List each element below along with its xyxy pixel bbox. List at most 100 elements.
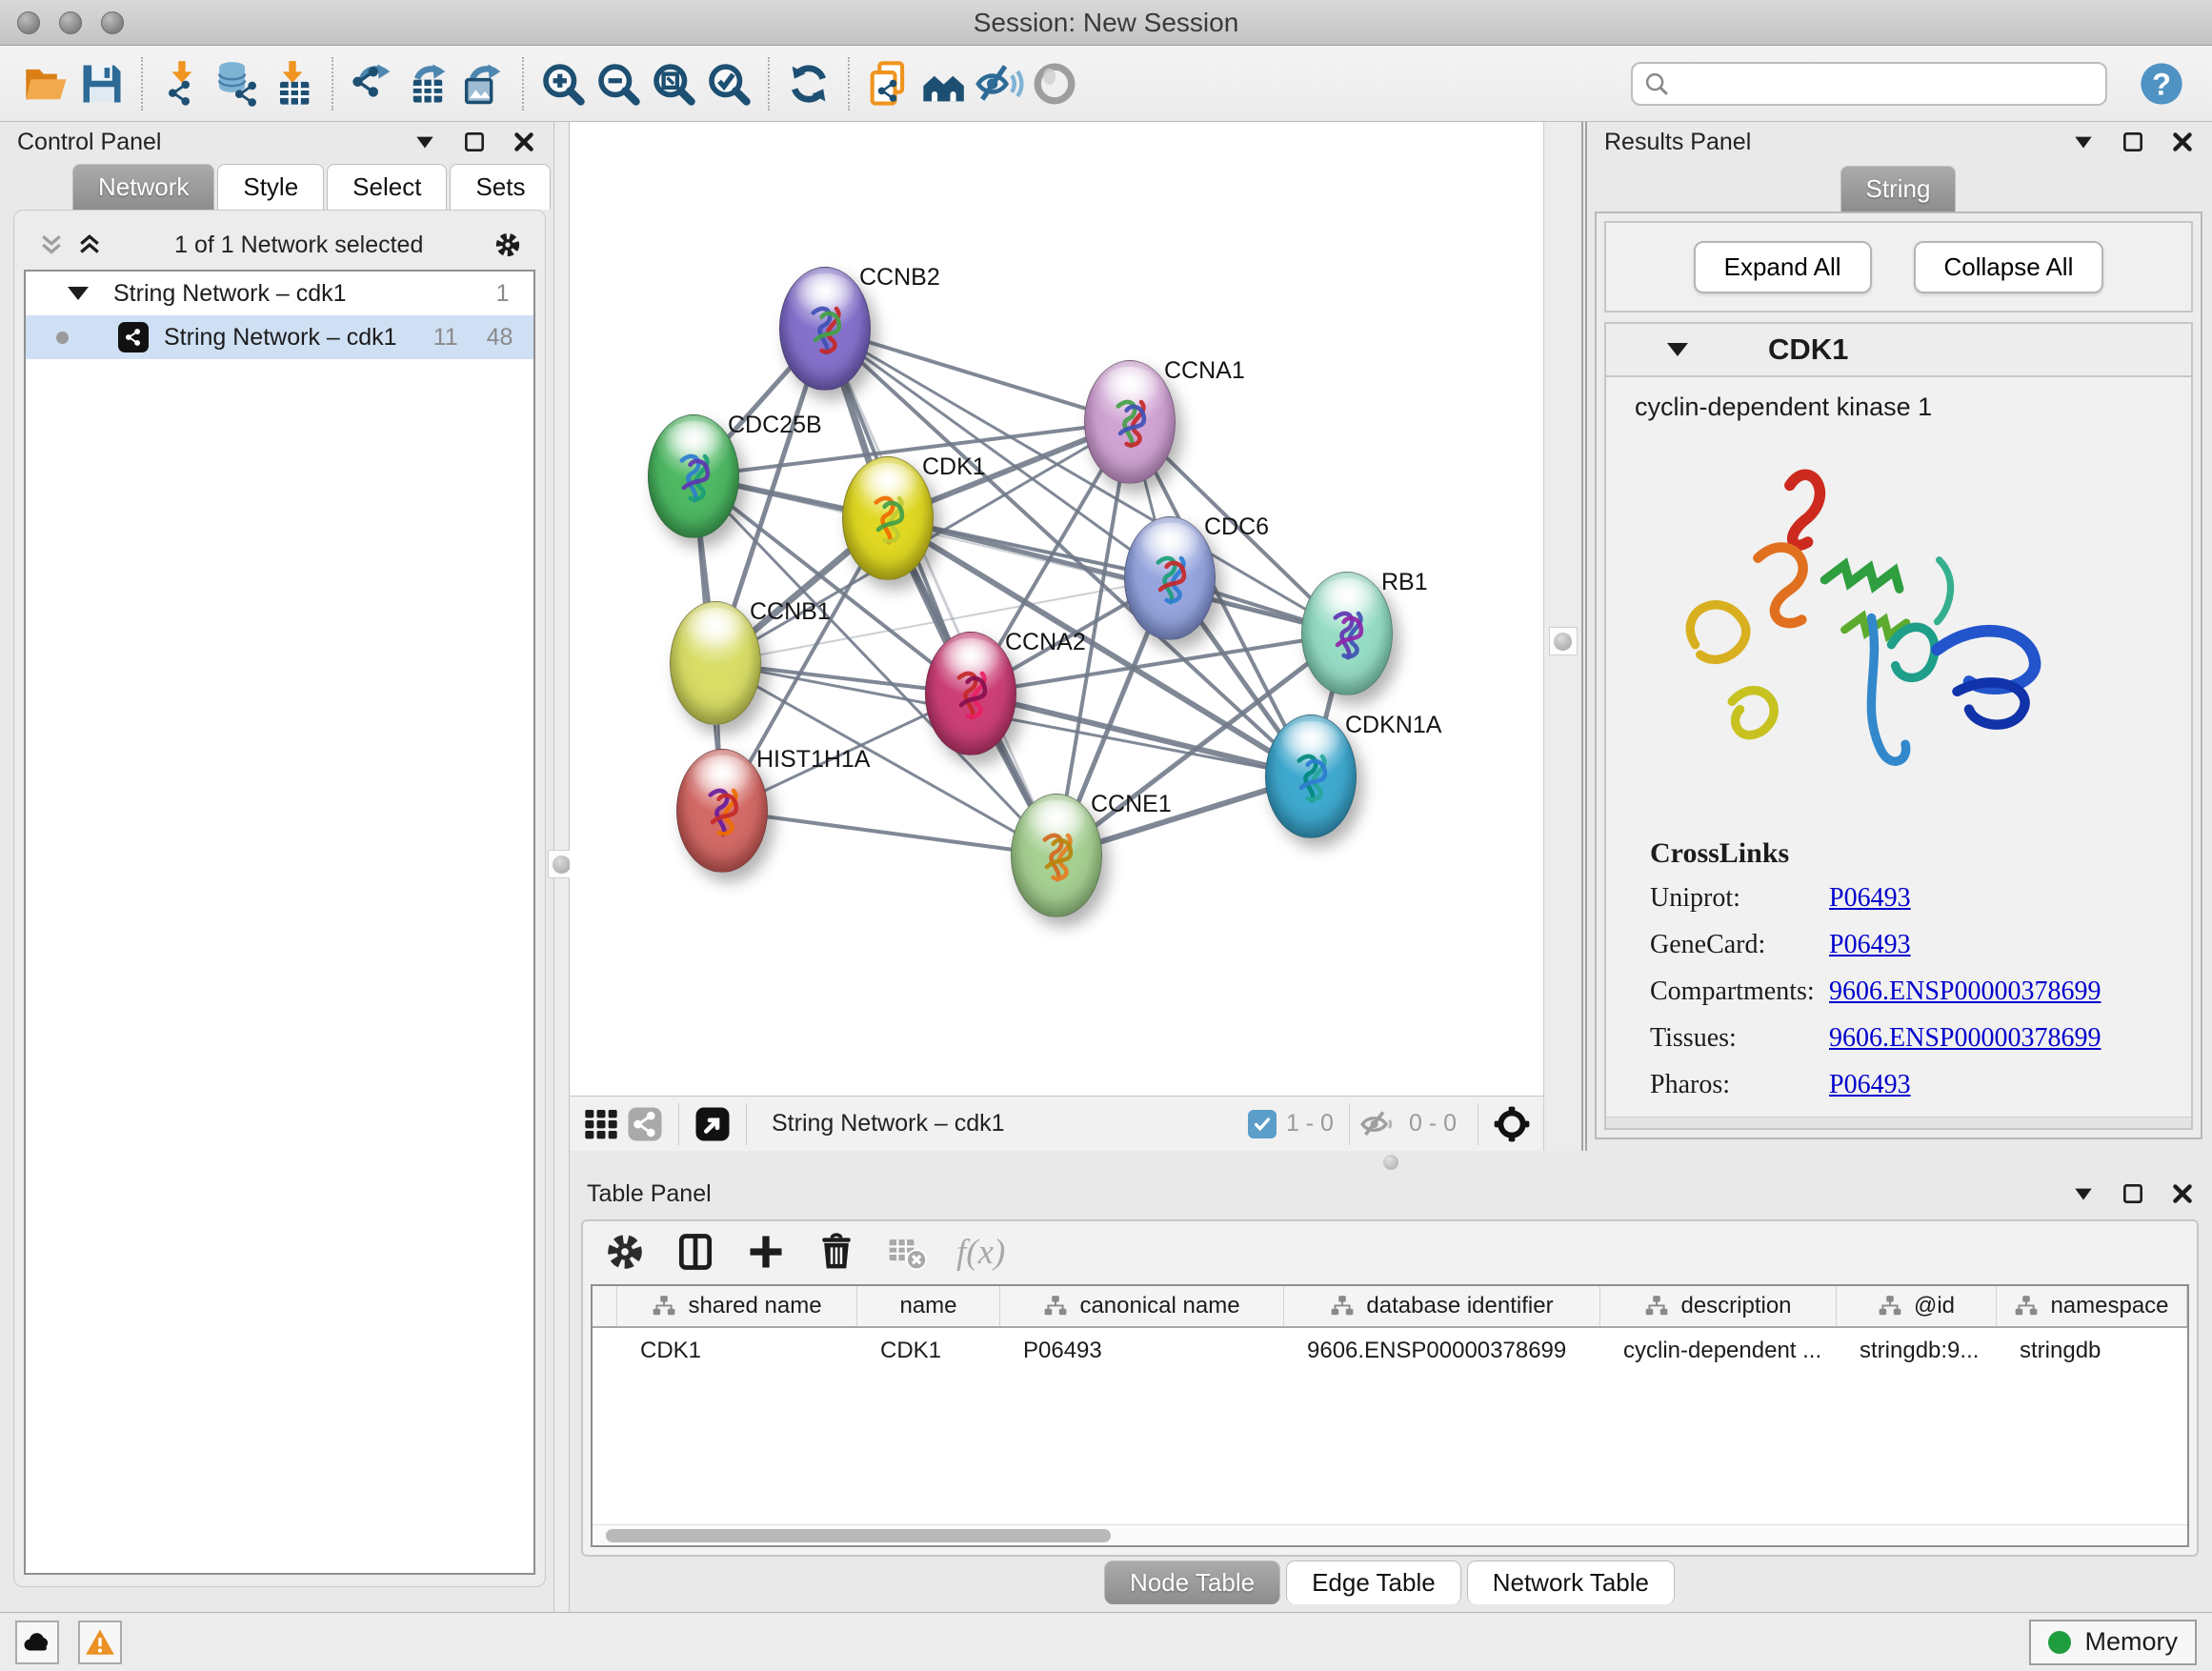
close-panel-icon[interactable] bbox=[512, 130, 536, 154]
table-cell[interactable]: CDK1 bbox=[857, 1328, 1000, 1374]
network-node-rb1[interactable] bbox=[1301, 572, 1393, 695]
network-node-ccnb2[interactable] bbox=[779, 267, 871, 391]
hide-selected-eye-icon[interactable] bbox=[972, 56, 1027, 111]
memory-button[interactable]: Memory bbox=[2029, 1620, 2197, 1665]
collapse-all-button[interactable]: Collapse All bbox=[1914, 241, 2104, 293]
right-splitter-handle[interactable] bbox=[1549, 627, 1578, 655]
create-column-icon[interactable] bbox=[745, 1231, 787, 1273]
function-builder-icon[interactable]: f(x) bbox=[956, 1232, 1005, 1273]
undock-panel-icon[interactable] bbox=[2121, 130, 2145, 154]
crosslink-link[interactable]: P06493 bbox=[1829, 1070, 1911, 1100]
birdseye-toggle-icon[interactable] bbox=[691, 1102, 734, 1146]
import-table-file-icon[interactable] bbox=[265, 56, 320, 111]
column-header[interactable]: namespace bbox=[1997, 1286, 2187, 1326]
network-canvas[interactable]: CCNB2CCNA1CDC25BCDK1CDC6RB1CCNB1CCNA2CDK… bbox=[570, 122, 1543, 1096]
tab-node-table[interactable]: Node Table bbox=[1104, 1560, 1280, 1604]
zoom-out-icon[interactable] bbox=[591, 56, 646, 111]
close-panel-icon[interactable] bbox=[2170, 1181, 2195, 1206]
scrollbar-thumb[interactable] bbox=[606, 1529, 1111, 1542]
table-options-gear-icon[interactable] bbox=[604, 1231, 646, 1273]
help-button[interactable]: ? bbox=[2134, 56, 2189, 111]
table-cell[interactable]: stringdb bbox=[1997, 1328, 2187, 1374]
column-header[interactable]: shared name bbox=[617, 1286, 857, 1326]
save-session-button[interactable] bbox=[74, 56, 130, 111]
open-session-button[interactable] bbox=[19, 56, 74, 111]
tab-edge-table[interactable]: Edge Table bbox=[1286, 1560, 1461, 1604]
left-splitter[interactable] bbox=[553, 122, 570, 1612]
crosslink-link[interactable]: P06493 bbox=[1829, 930, 1911, 960]
undock-panel-icon[interactable] bbox=[2121, 1181, 2145, 1206]
tab-select[interactable]: Select bbox=[327, 164, 447, 210]
search-input[interactable] bbox=[1671, 66, 2096, 102]
zoom-fit-icon[interactable] bbox=[646, 56, 701, 111]
zoom-in-icon[interactable] bbox=[535, 56, 591, 111]
delete-column-icon[interactable] bbox=[815, 1231, 857, 1273]
results-scrollbar[interactable] bbox=[1606, 1117, 2191, 1128]
horizontal-splitter[interactable] bbox=[570, 1151, 2212, 1174]
warnings-button[interactable] bbox=[78, 1621, 122, 1664]
expand-all-button[interactable]: Expand All bbox=[1694, 241, 1872, 293]
column-header[interactable]: name bbox=[857, 1286, 1000, 1326]
view-mode-share-icon[interactable] bbox=[623, 1102, 667, 1146]
network-node-ccna2[interactable] bbox=[925, 632, 1016, 755]
section-collapse-icon[interactable] bbox=[1667, 343, 1688, 356]
network-node-hist1h1a[interactable] bbox=[676, 749, 768, 873]
column-header[interactable]: @id bbox=[1837, 1286, 1997, 1326]
tab-sets[interactable]: Sets bbox=[450, 164, 551, 210]
export-image-icon[interactable] bbox=[455, 56, 511, 111]
network-node-ccne1[interactable] bbox=[1011, 794, 1102, 917]
right-splitter[interactable] bbox=[1543, 122, 1587, 1151]
column-header[interactable]: canonical name bbox=[1000, 1286, 1284, 1326]
protein-section-header[interactable]: CDK1 bbox=[1606, 324, 2191, 377]
table-row[interactable]: CDK1CDK1P064939606.ENSP00000378699cyclin… bbox=[593, 1328, 2187, 1374]
collapse-all-networks-icon[interactable] bbox=[37, 231, 66, 259]
network-options-gear-icon[interactable] bbox=[493, 231, 522, 259]
fit-selected-crosshair-icon[interactable] bbox=[1490, 1102, 1534, 1146]
grid-mode-icon[interactable] bbox=[579, 1102, 623, 1146]
network-edge[interactable] bbox=[722, 811, 1056, 856]
network-node-ccna1[interactable] bbox=[1084, 360, 1176, 484]
expand-all-networks-icon[interactable] bbox=[75, 231, 104, 259]
network-node-cdkn1a[interactable] bbox=[1265, 715, 1357, 838]
table-horizontal-scrollbar[interactable] bbox=[593, 1524, 2187, 1545]
cloud-status-button[interactable] bbox=[15, 1621, 59, 1664]
selected-checkbox-icon[interactable] bbox=[1248, 1110, 1277, 1138]
network-edge[interactable] bbox=[888, 518, 1347, 634]
network-node-ccnb1[interactable] bbox=[670, 601, 761, 725]
network-collection-row[interactable]: String Network – cdk1 1 bbox=[26, 272, 533, 315]
table-cell[interactable]: 9606.ENSP00000378699 bbox=[1284, 1328, 1600, 1374]
delete-table-icon[interactable] bbox=[886, 1231, 928, 1273]
tab-network[interactable]: Network bbox=[72, 164, 214, 210]
birdseye-sphere-icon[interactable] bbox=[1027, 56, 1082, 111]
crosslink-link[interactable]: P06493 bbox=[1829, 883, 1911, 914]
zoom-selected-icon[interactable] bbox=[701, 56, 756, 111]
column-header[interactable]: database identifier bbox=[1284, 1286, 1600, 1326]
tab-style[interactable]: Style bbox=[217, 164, 324, 210]
hidden-eye-icon[interactable] bbox=[1356, 1102, 1399, 1146]
crosslink-link[interactable]: 9606.ENSP00000378699 bbox=[1829, 976, 2101, 1007]
crosslink-link[interactable]: 9606.ENSP00000378699 bbox=[1829, 1023, 2101, 1054]
tab-string[interactable]: String bbox=[1840, 166, 1957, 211]
network-edge[interactable] bbox=[825, 329, 1056, 856]
network-edge[interactable] bbox=[825, 329, 1130, 422]
table-cell[interactable]: CDK1 bbox=[617, 1328, 857, 1374]
float-panel-icon[interactable] bbox=[2071, 130, 2096, 154]
network-row[interactable]: String Network – cdk1 11 48 bbox=[26, 315, 533, 359]
network-node-cdc6[interactable] bbox=[1124, 516, 1216, 640]
import-network-file-icon[interactable] bbox=[154, 56, 210, 111]
show-columns-icon[interactable] bbox=[674, 1231, 716, 1273]
table-cell[interactable]: cyclin-dependent ... bbox=[1600, 1328, 1837, 1374]
export-table-icon[interactable] bbox=[400, 56, 455, 111]
undock-panel-icon[interactable] bbox=[462, 130, 487, 154]
import-network-database-icon[interactable] bbox=[210, 56, 265, 111]
home-pages-icon[interactable] bbox=[916, 56, 972, 111]
table-cell[interactable]: P06493 bbox=[1000, 1328, 1284, 1374]
table-cell[interactable]: stringdb:9... bbox=[1837, 1328, 1997, 1374]
float-panel-icon[interactable] bbox=[2071, 1181, 2096, 1206]
network-node-cdc25b[interactable] bbox=[648, 414, 739, 538]
export-network-icon[interactable] bbox=[345, 56, 400, 111]
close-panel-icon[interactable] bbox=[2170, 130, 2195, 154]
column-header[interactable]: description bbox=[1600, 1286, 1837, 1326]
horizontal-splitter-handle[interactable] bbox=[1383, 1155, 1398, 1170]
network-node-cdk1[interactable] bbox=[842, 456, 934, 580]
